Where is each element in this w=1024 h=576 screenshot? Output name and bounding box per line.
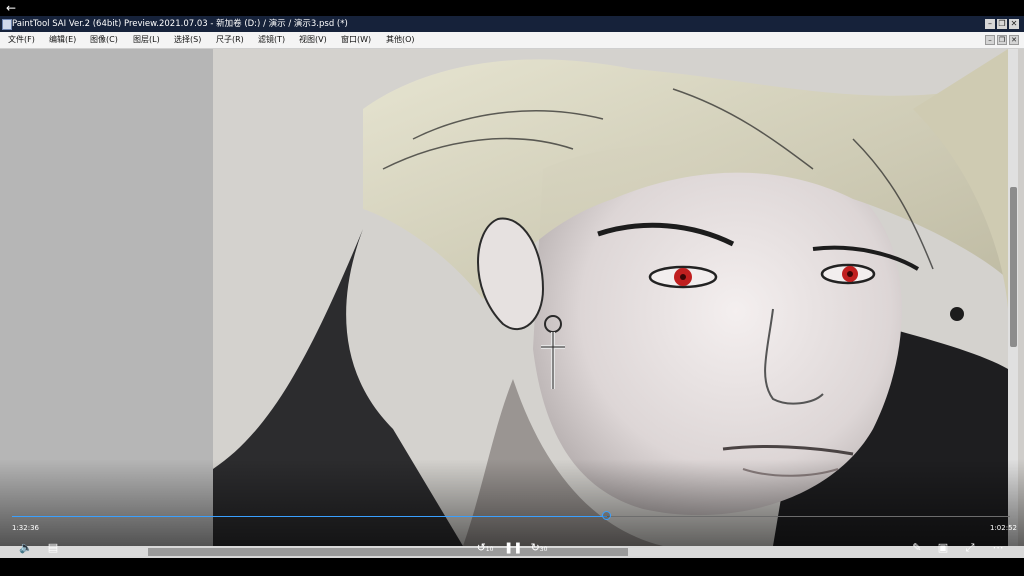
close-icon[interactable]: ✕ — [1009, 19, 1019, 29]
menu-window[interactable]: 窗口(W) — [341, 32, 371, 48]
app-icon — [2, 19, 12, 30]
rewind-button[interactable]: ↺10 — [476, 538, 494, 558]
menu-ruler[interactable]: 尺子(R) — [216, 32, 244, 48]
menu-edit[interactable]: 编辑(E) — [49, 32, 76, 48]
forward-seconds: 30 — [539, 546, 548, 553]
more-options-icon[interactable]: ⋯ — [990, 538, 1006, 558]
menu-select[interactable]: 选择(S) — [174, 32, 201, 48]
restore-icon[interactable]: ❐ — [997, 19, 1007, 29]
title-bar: PaintTool SAI Ver.2 (64bit) Preview.2021… — [0, 16, 1024, 32]
doc-minimize-icon[interactable]: – — [985, 35, 995, 45]
rewind-seconds: 10 — [485, 546, 494, 553]
pause-icon[interactable]: ❚❚ — [504, 538, 522, 558]
subtitles-icon[interactable]: ▤ — [45, 538, 61, 558]
menu-other[interactable]: 其他(O) — [386, 32, 415, 48]
total-time: 1:02:52 — [990, 524, 1017, 532]
elapsed-time: 1:32:36 — [12, 524, 39, 532]
menu-bar: 文件(F) 编辑(E) 图像(C) 图层(L) 选择(S) 尺子(R) 滤镜(T… — [0, 32, 1024, 49]
canvas-area[interactable] — [0, 49, 1024, 546]
back-arrow-icon[interactable]: ← — [6, 0, 16, 16]
menu-layer[interactable]: 图层(L) — [133, 32, 160, 48]
menu-file[interactable]: 文件(F) — [8, 32, 35, 48]
forward-button[interactable]: ↻30 — [530, 538, 548, 558]
status-bar — [0, 558, 1024, 576]
menu-view[interactable]: 视图(V) — [299, 32, 327, 48]
menu-filter[interactable]: 滤镜(T) — [258, 32, 285, 48]
window-title: PaintTool SAI Ver.2 (64bit) Preview.2021… — [12, 19, 348, 29]
doc-close-icon[interactable]: ✕ — [1009, 35, 1019, 45]
miniplayer-icon[interactable]: ▣ — [935, 538, 951, 558]
doc-restore-icon[interactable]: ❐ — [997, 35, 1007, 45]
volume-icon[interactable]: 🔈 — [18, 538, 34, 558]
player-controls: 🔈 ▤ ↺10 ❚❚ ↻30 ✎ ▣ ⤢ ⋯ — [0, 538, 1024, 558]
vertical-scroll-thumb[interactable] — [1010, 187, 1017, 347]
progress-fill — [12, 516, 607, 517]
shrink-icon[interactable]: ⤢ — [962, 538, 978, 558]
back-bar: ← — [0, 0, 1024, 16]
player-overlay-fade — [0, 459, 1024, 546]
pen-icon[interactable]: ✎ — [909, 538, 925, 558]
minimize-icon[interactable]: – — [985, 19, 995, 29]
menu-image[interactable]: 图像(C) — [90, 32, 118, 48]
